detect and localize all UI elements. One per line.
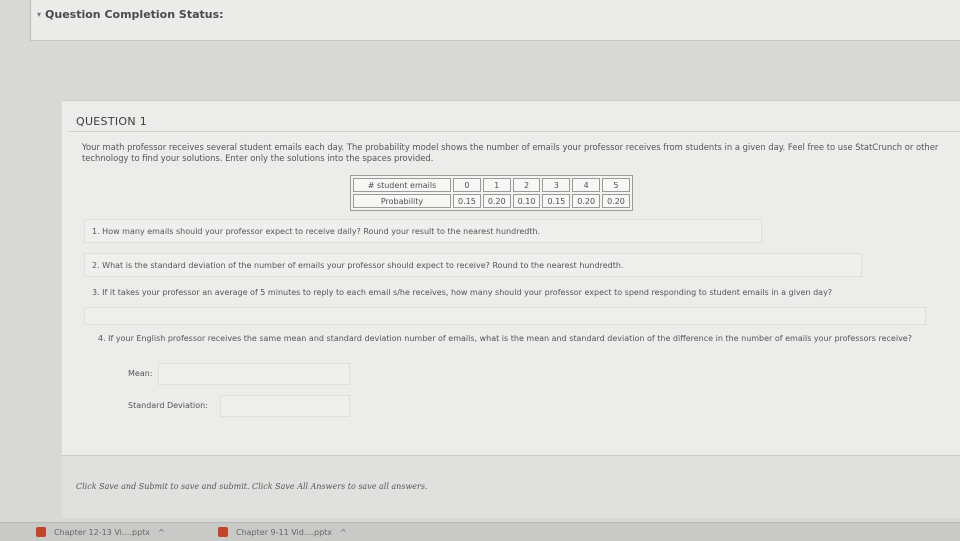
std-deviation-input[interactable] xyxy=(220,395,350,417)
download-bar: Chapter 12-13 Vi....pptx ^ Chapter 9-11 … xyxy=(0,522,960,541)
chevron-up-icon[interactable]: ^ xyxy=(158,528,165,537)
answer-field-3[interactable] xyxy=(84,307,926,325)
question-item-1: 1. How many emails should your professor… xyxy=(92,227,541,236)
table-cell: 0.15 xyxy=(453,194,481,208)
probability-table: # student emails 0 1 2 3 4 5 Probability… xyxy=(350,175,633,211)
download-item-label: Chapter 12-13 Vi....pptx xyxy=(54,527,151,537)
download-item-1[interactable]: Chapter 12-13 Vi....pptx ^ xyxy=(36,527,165,537)
powerpoint-icon xyxy=(218,527,228,537)
completion-status-toggle[interactable]: ▾ Question Completion Status: xyxy=(37,8,224,21)
table-cell: 3 xyxy=(542,178,571,192)
submit-footer: Click Save and Submit to save and submit… xyxy=(62,455,960,518)
question-item-4: 4. If your English professor receives th… xyxy=(98,334,912,343)
title-divider xyxy=(68,131,960,132)
table-cell: 2 xyxy=(512,178,541,192)
table-cell: 0.20 xyxy=(602,194,630,208)
mean-label: Mean: xyxy=(128,369,153,378)
download-item-label: Chapter 9-11 Vid....pptx xyxy=(236,527,333,537)
table-header-cell: # student emails xyxy=(353,178,451,192)
table-cell: 5 xyxy=(602,178,630,192)
std-deviation-label: Standard Deviation: xyxy=(128,401,208,410)
powerpoint-icon xyxy=(36,527,46,537)
table-cell: 1 xyxy=(482,178,511,192)
submit-instruction: Click Save and Submit to save and submit… xyxy=(76,482,428,491)
chevron-up-icon[interactable]: ^ xyxy=(340,528,347,537)
table-cell: 0 xyxy=(453,178,481,192)
table-row: Probability 0.15 0.20 0.10 0.15 0.20 0.2… xyxy=(353,194,630,208)
table-cell: 0.15 xyxy=(542,194,571,208)
table-cell: 4 xyxy=(572,178,601,192)
table-cell: 0.20 xyxy=(482,194,511,208)
completion-status-panel: ▾ Question Completion Status: xyxy=(30,0,960,41)
collapse-icon[interactable]: ▾ xyxy=(37,10,41,19)
download-item-2[interactable]: Chapter 9-11 Vid....pptx ^ xyxy=(218,527,347,537)
question-title: QUESTION 1 xyxy=(76,115,147,128)
table-header-cell: Probability xyxy=(353,194,451,208)
question-item-2: 2. What is the standard deviation of the… xyxy=(92,261,624,270)
question-panel: QUESTION 1 Your math professor receives … xyxy=(62,100,960,456)
table-cell: 0.20 xyxy=(572,194,601,208)
table-cell: 0.10 xyxy=(512,194,541,208)
table-row: # student emails 0 1 2 3 4 5 xyxy=(353,178,630,192)
mean-input[interactable] xyxy=(158,363,350,385)
question-item-3: 3. If it takes your professor an average… xyxy=(92,288,833,297)
question-intro: Your math professor receives several stu… xyxy=(82,142,939,163)
completion-status-label: Question Completion Status: xyxy=(45,8,224,21)
